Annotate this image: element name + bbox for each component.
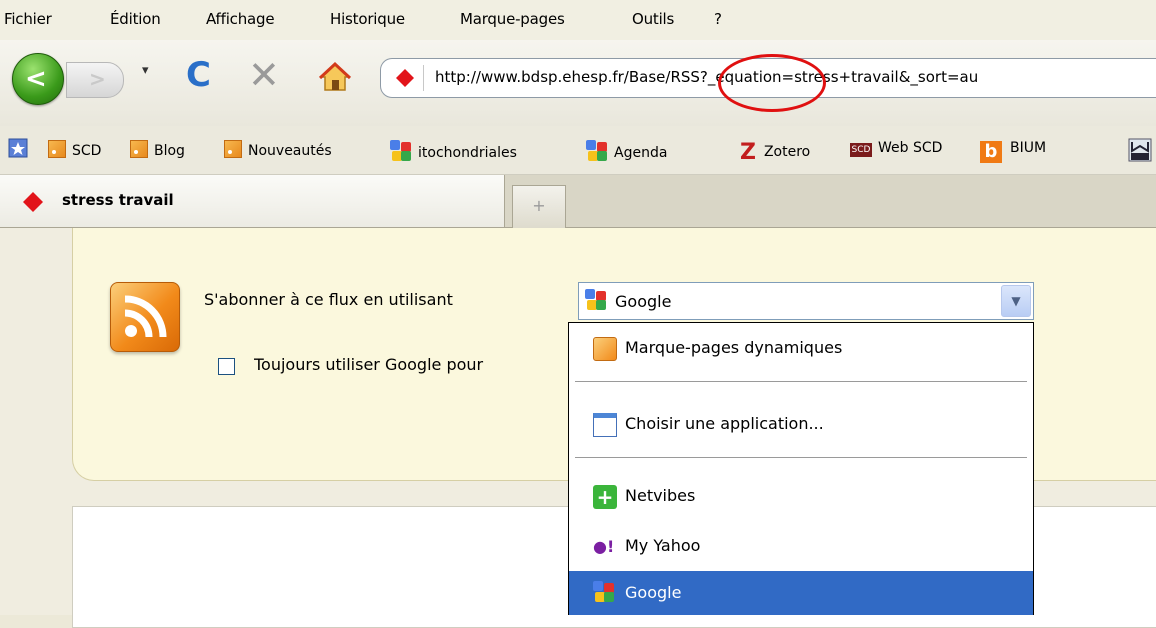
menu-outils[interactable]: Outils xyxy=(632,10,674,28)
history-dropdown-icon[interactable]: ▾ xyxy=(142,63,149,78)
rss-feed-icon xyxy=(593,337,617,361)
bium-icon: b xyxy=(980,141,1002,163)
subscribe-label: S'abonner à ce flux en utilisant xyxy=(204,290,453,309)
tab-strip: stress travail + xyxy=(0,175,1156,228)
rss-feed-icon xyxy=(130,140,148,158)
option-marque-pages-dynamiques[interactable]: Marque-pages dynamiques xyxy=(569,329,1033,367)
chevron-down-icon[interactable]: ▼ xyxy=(1001,285,1031,317)
bookmark-itochondriales[interactable]: itochondriales xyxy=(390,140,517,162)
scd-icon: SCD xyxy=(850,143,872,157)
menu-marque-pages[interactable]: Marque-pages xyxy=(460,10,565,28)
bookmark-web-scd[interactable]: SCD Web SCD xyxy=(850,140,942,157)
option-label: Google xyxy=(625,583,682,602)
rss-feed-icon xyxy=(110,282,180,352)
stop-icon[interactable]: ✕ xyxy=(248,55,280,95)
home-icon[interactable] xyxy=(318,60,352,94)
url-text[interactable]: http://www.bdsp.ehesp.fr/Base/RSS?_equat… xyxy=(435,68,978,86)
bookmark-menu-icon[interactable] xyxy=(8,138,28,162)
annotation-red-circle xyxy=(718,54,826,112)
option-my-yahoo[interactable]: ●! My Yahoo xyxy=(569,527,1033,565)
menu-edition[interactable]: Édition xyxy=(110,10,161,28)
rss-feed-icon xyxy=(48,140,66,158)
menu-bar: Fichier Édition Affichage Historique Mar… xyxy=(0,0,1156,40)
option-label: Marque-pages dynamiques xyxy=(625,338,843,357)
feed-reader-dropdown: Marque-pages dynamiques Choisir une appl… xyxy=(568,322,1034,615)
bookmark-scd[interactable]: SCD xyxy=(48,140,101,159)
option-choisir-application[interactable]: Choisir une application... xyxy=(569,405,1033,443)
menu-historique[interactable]: Historique xyxy=(330,10,405,28)
menu-help[interactable]: ? xyxy=(714,10,722,28)
selected-reader: Google xyxy=(615,292,672,311)
bookmark-label: Nouveautés xyxy=(248,143,332,159)
new-tab-button[interactable]: + xyxy=(512,185,566,228)
rss-feed-icon xyxy=(224,140,242,158)
zotero-icon: Z xyxy=(740,140,756,165)
always-use-label: Toujours utiliser Google pour xyxy=(254,355,484,374)
bookmark-agenda[interactable]: Agenda xyxy=(586,140,667,162)
bookmark-label: Blog xyxy=(154,143,185,159)
menu-fichier[interactable]: Fichier xyxy=(4,10,52,28)
site-favicon-icon xyxy=(23,192,43,212)
bookmark-blog[interactable]: Blog xyxy=(130,140,185,159)
bookmark-label: BIUM xyxy=(1010,140,1047,156)
bookmark-label: SCD xyxy=(72,143,102,159)
bookmark-nouveautes[interactable]: Nouveautés xyxy=(224,140,332,159)
bookmark-label: Web SCD xyxy=(878,140,943,156)
google-icon xyxy=(390,140,412,162)
option-netvibes[interactable]: + Netvibes xyxy=(569,477,1033,515)
menu-affichage[interactable]: Affichage xyxy=(206,10,275,28)
separator xyxy=(575,381,1027,382)
nlm-icon[interactable] xyxy=(1128,138,1152,166)
tab-title: stress travail xyxy=(62,191,174,209)
google-icon xyxy=(593,581,617,605)
option-label: Netvibes xyxy=(625,486,696,505)
site-favicon-icon xyxy=(396,69,414,87)
forward-arrow-icon: > xyxy=(89,67,106,91)
always-use-checkbox[interactable] xyxy=(218,358,235,375)
google-icon xyxy=(586,140,608,162)
application-window-icon xyxy=(593,413,617,437)
bookmark-label: itochondriales xyxy=(418,145,517,161)
tab-stress-travail[interactable]: stress travail xyxy=(0,175,505,227)
bookmarks-toolbar: SCD Blog Nouveautés itochondriales Agend… xyxy=(0,126,1156,175)
bookmark-label: Agenda xyxy=(614,145,668,161)
forward-button[interactable]: > xyxy=(66,62,124,98)
back-arrow-icon: < xyxy=(25,64,47,94)
option-google[interactable]: Google xyxy=(569,571,1033,615)
url-separator xyxy=(423,65,424,91)
separator xyxy=(575,457,1027,458)
bookmark-zotero[interactable]: Z Zotero xyxy=(740,140,810,165)
netvibes-icon: + xyxy=(593,485,617,509)
option-label: My Yahoo xyxy=(625,536,701,555)
bookmark-bium[interactable]: b BIUM xyxy=(980,140,1046,163)
yahoo-icon: ●! xyxy=(593,537,615,556)
reload-icon[interactable]: C xyxy=(186,55,211,95)
bookmark-label: Zotero xyxy=(763,144,811,160)
option-label: Choisir une application... xyxy=(625,414,824,433)
back-button[interactable]: < xyxy=(12,53,64,105)
feed-reader-select[interactable]: Google ▼ xyxy=(578,282,1034,320)
google-icon xyxy=(585,289,607,311)
